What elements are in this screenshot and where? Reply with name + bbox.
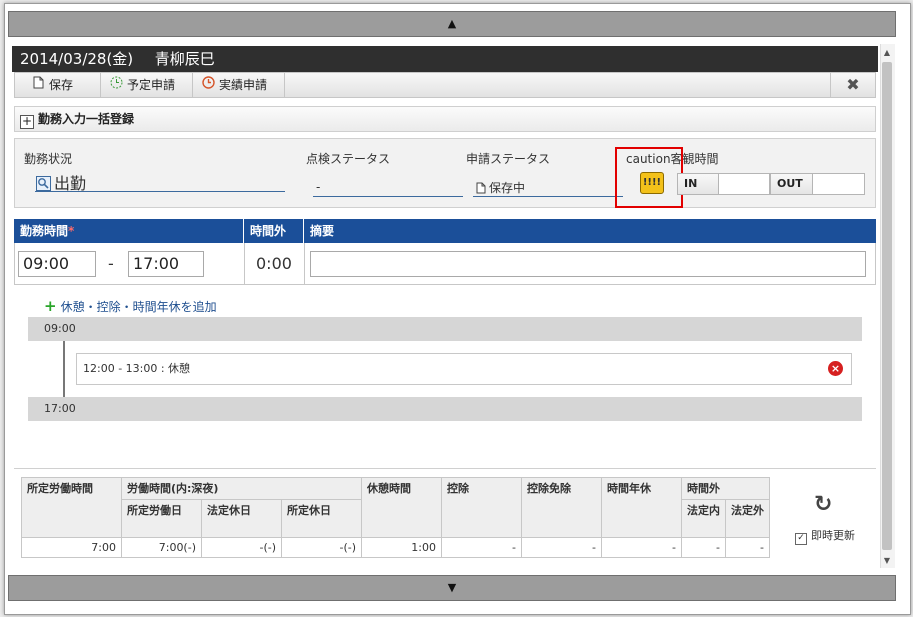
val-scheduled-workday: 7:00(-): [121, 537, 202, 558]
in-time-field[interactable]: [718, 173, 770, 195]
th-labor-time: 労働時間(内:深夜): [121, 477, 362, 500]
title-date: 2014/03/28(金): [20, 50, 134, 68]
title-employee-name: 青柳辰巳: [154, 50, 215, 68]
clock-dashed-icon: [109, 73, 123, 97]
check-status-value: -: [316, 180, 321, 194]
scroll-up-icon[interactable]: ▲: [880, 46, 894, 60]
scroll-down-bar[interactable]: ▼: [8, 575, 896, 601]
break-item-label: 12:00 - 13:00 : 休憩: [83, 362, 191, 375]
timeline-end: 17:00: [28, 397, 862, 421]
timeline-start: 09:00: [28, 317, 862, 341]
col-overtime: 時間外: [244, 219, 304, 243]
up-arrow-icon: ▲: [447, 17, 457, 30]
bulk-entry-label: 勤務入力一括登録: [38, 112, 135, 126]
val-break-time: 1:00: [361, 537, 442, 558]
row-divider: [304, 243, 305, 284]
val-scheduled-work: 7:00: [21, 537, 122, 558]
dialog-title: 2014/03/28(金) 青柳辰巳: [12, 46, 878, 72]
scroll-down-icon[interactable]: ▼: [880, 554, 894, 568]
document-icon: [31, 73, 45, 97]
start-time-input[interactable]: 09:00: [18, 251, 96, 277]
toolbar: 保存 予定申請 実績申請 ✖: [14, 72, 876, 98]
apply-status-field: 保存中: [476, 179, 525, 197]
auto-refresh-label: 即時更新: [811, 529, 855, 542]
actual-request-button[interactable]: 実績申請: [193, 73, 285, 97]
search-icon: [36, 176, 51, 195]
out-label: OUT: [770, 173, 813, 195]
apply-status-value: 保存中: [489, 181, 526, 195]
val-hourly-leave: -: [601, 537, 682, 558]
apply-status-underline: [473, 196, 623, 197]
summary-row: 7:00 7:00(-) -(-) -(-) 1:00 - - - - -: [21, 537, 770, 558]
note-input[interactable]: [310, 251, 866, 277]
val-scheduled-holiday: -(-): [281, 537, 362, 558]
check-status-underline: [313, 196, 463, 197]
in-label: IN: [677, 173, 719, 195]
plus-icon: +: [20, 114, 34, 129]
scrollbar-thumb[interactable]: [882, 62, 892, 550]
col-work-time: 勤務時間*: [14, 219, 244, 243]
th-scheduled-holiday: 所定休日: [281, 499, 362, 538]
clock-icon: [201, 73, 215, 97]
th-legal-in: 法定内: [681, 499, 726, 538]
time-separator: -: [108, 254, 114, 273]
add-break-link[interactable]: + 休憩・控除・時間年休を追加: [44, 297, 217, 315]
th-scheduled-work: 所定労働時間: [21, 477, 122, 538]
scroll-up-bar[interactable]: ▲: [8, 11, 896, 37]
out-time-field[interactable]: [812, 173, 865, 195]
col-note: 摘要: [310, 224, 335, 238]
work-time-header: 勤務時間* 時間外 摘要: [14, 219, 876, 243]
summary-divider: [14, 468, 876, 469]
check-status-label: 点検ステータス: [306, 152, 391, 166]
val-deduction: -: [441, 537, 522, 558]
refresh-icon[interactable]: ↻: [814, 492, 832, 517]
checkbox-checked-icon: ✓: [795, 533, 807, 545]
overtime-value: 0:00: [256, 254, 292, 273]
document-icon: [476, 182, 486, 197]
down-arrow-icon: ▼: [447, 581, 457, 594]
th-break-time: 休憩時間: [361, 477, 442, 538]
val-deduction-exempt: -: [521, 537, 602, 558]
highlight-box: [615, 147, 683, 208]
break-item[interactable]: 12:00 - 13:00 : 休憩 ×: [76, 353, 852, 385]
bulk-entry-toggle[interactable]: + 勤務入力一括登録: [14, 106, 876, 132]
th-overtime: 時間外: [681, 477, 770, 500]
th-deduction: 控除: [441, 477, 522, 538]
timeline-line: [63, 341, 65, 397]
save-button[interactable]: 保存: [23, 73, 101, 97]
th-legal-holiday: 法定休日: [201, 499, 282, 538]
close-icon[interactable]: ✖: [830, 73, 875, 97]
th-scheduled-workday: 所定労働日: [121, 499, 202, 538]
work-status-underline: [35, 191, 285, 192]
row-divider: [244, 243, 245, 284]
val-legal-out: -: [725, 537, 770, 558]
work-status-label: 勤務状況: [24, 152, 73, 166]
val-legal-holiday: -(-): [201, 537, 282, 558]
th-deduction-exempt: 控除免除: [521, 477, 602, 538]
plan-request-button[interactable]: 予定申請: [101, 73, 193, 97]
green-plus-icon: +: [44, 297, 57, 315]
val-legal-in: -: [681, 537, 726, 558]
end-time-input[interactable]: 17:00: [128, 251, 204, 277]
summary-table: 所定労働時間 労働時間(内:深夜) 休憩時間 控除 控除免除 時間年休 時間外 …: [21, 477, 770, 558]
th-legal-out: 法定外: [725, 499, 770, 538]
auto-refresh-checkbox[interactable]: ✓ 即時更新: [795, 527, 855, 545]
th-hourly-leave: 時間年休: [601, 477, 682, 538]
apply-status-label: 申請ステータス: [466, 152, 551, 166]
delete-icon[interactable]: ×: [828, 361, 843, 376]
